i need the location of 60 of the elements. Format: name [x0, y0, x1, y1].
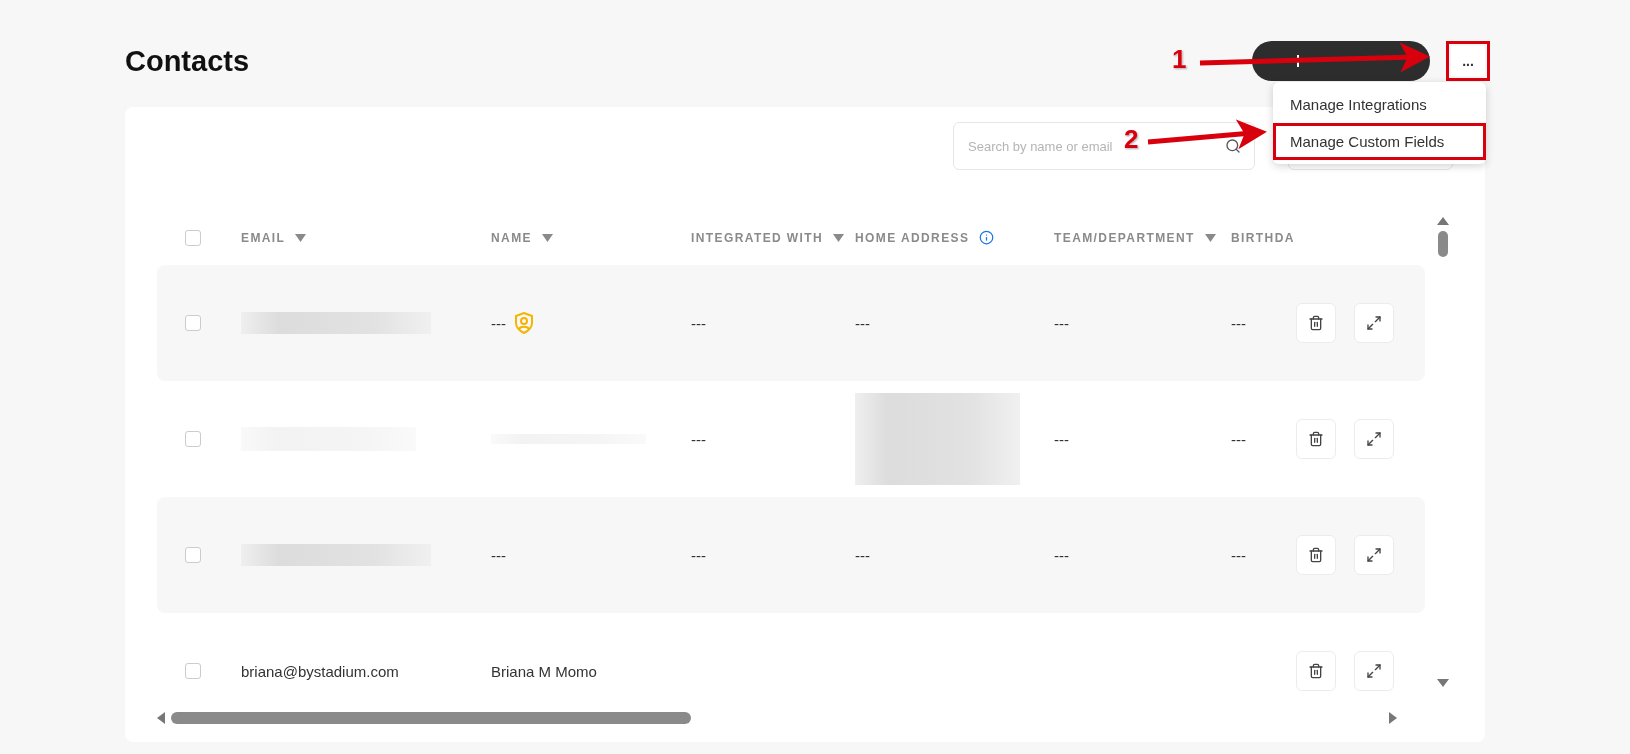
table-cell: --- [1231, 430, 1246, 448]
row-checkbox[interactable] [185, 431, 201, 447]
menu-item[interactable]: Manage Custom Fields [1273, 123, 1486, 160]
expand-button[interactable] [1354, 651, 1394, 691]
sort-caret-icon [1204, 233, 1216, 242]
column-header[interactable]: NAME [491, 230, 532, 245]
expand-button[interactable] [1354, 419, 1394, 459]
table-cell: --- [1054, 430, 1069, 448]
trash-icon [1308, 431, 1324, 447]
row-checkbox[interactable] [185, 315, 201, 331]
column-header[interactable]: EMAIL [241, 230, 286, 245]
expand-icon [1366, 315, 1382, 331]
scroll-right-icon[interactable] [1389, 712, 1397, 724]
scrollbar-thumb[interactable] [1438, 231, 1448, 257]
expand-icon [1366, 431, 1382, 447]
table-cell: --- [855, 546, 870, 564]
more-button[interactable]: ... [1451, 46, 1485, 76]
table-cell: --- [1054, 546, 1069, 564]
scroll-up-icon[interactable] [1437, 217, 1449, 225]
expand-icon [1366, 547, 1382, 563]
delete-button[interactable] [1296, 651, 1336, 691]
trash-icon [1308, 547, 1324, 563]
delete-button[interactable] [1296, 303, 1336, 343]
search-icon [1225, 138, 1241, 154]
select-all-checkbox[interactable] [185, 229, 201, 246]
delete-button[interactable] [1296, 419, 1336, 459]
expand-button[interactable] [1354, 535, 1394, 575]
table-cell: briana@bystadium.com [241, 662, 399, 680]
table-cell: --- [491, 546, 506, 564]
table-cell: --- [1231, 546, 1246, 564]
table-cell: --- [691, 314, 706, 332]
annotation-number: 1 [1172, 44, 1187, 75]
column-header[interactable]: HOME ADDRESS [855, 230, 970, 245]
table-cell: --- [691, 430, 706, 448]
scrollbar-thumb[interactable] [171, 712, 691, 724]
info-icon[interactable] [979, 230, 995, 245]
table-cell: --- [1054, 314, 1069, 332]
row-checkbox[interactable] [185, 663, 201, 679]
sort-caret-icon [541, 233, 553, 242]
trash-icon [1308, 315, 1324, 331]
column-header[interactable]: BIRTHDA [1231, 230, 1295, 245]
page-title: Contacts [125, 44, 250, 78]
table-cell: --- [491, 314, 506, 332]
table-cell: --- [691, 546, 706, 564]
scroll-down-icon[interactable] [1437, 679, 1449, 687]
table-cell: --- [855, 314, 870, 332]
trash-icon [1308, 663, 1324, 679]
row-checkbox[interactable] [185, 547, 201, 563]
sort-caret-icon [295, 233, 307, 242]
delete-button[interactable] [1296, 535, 1336, 575]
expand-icon [1366, 663, 1382, 679]
table-cell: --- [1231, 314, 1246, 332]
column-header[interactable]: INTEGRATED WITH [691, 230, 824, 245]
table-cell: Briana M Momo [491, 662, 597, 680]
scroll-left-icon[interactable] [157, 712, 165, 724]
menu-item[interactable]: Manage Integrations [1273, 86, 1486, 123]
sort-caret-icon [833, 233, 845, 242]
column-header[interactable]: TEAM/DEPARTMENT [1054, 230, 1195, 245]
expand-button[interactable] [1354, 303, 1394, 343]
annotation-number: 2 [1124, 124, 1139, 155]
